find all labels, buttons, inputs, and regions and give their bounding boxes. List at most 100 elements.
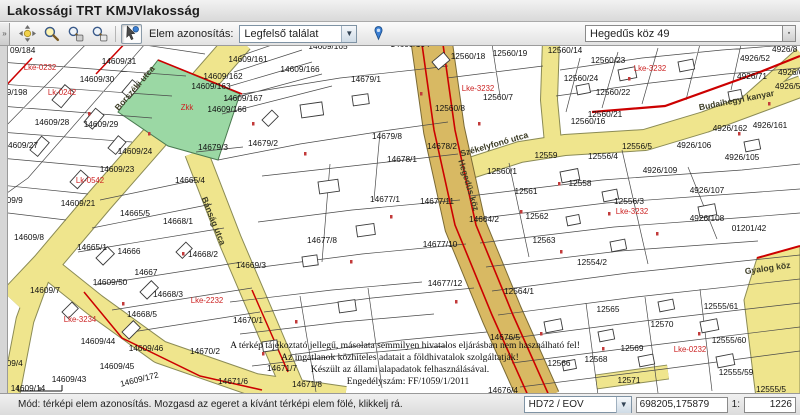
parcel-label: 12554/2 [577,257,607,267]
parcel-label: 12560/1 [487,166,517,176]
parcel-label: 14677/1 [370,194,400,204]
parcel-label: 14609/29 [84,119,119,129]
zoom-tool-button[interactable] [41,24,62,44]
disclaimer-line: A térkép tájékoztató jellegű, másolata s… [230,340,580,351]
parcel-label: 09/198 [8,87,28,97]
parcel-label: 4926/61 [778,67,800,77]
magnifier-lock-icon [67,25,84,42]
parcel-label: 12555/61 [704,301,739,311]
coordinates-input[interactable] [636,397,728,413]
parcel-label: 14679/1 [351,74,381,84]
parcel-label: 14668/1 [163,216,193,226]
parcel-label: 4609/27 [8,140,38,150]
parcel-label: 12562 [525,211,548,221]
parcel-label: 14609/165 [308,46,348,51]
pan-arrows-icon [19,25,36,42]
parcel-label: 4926/109 [643,165,678,175]
parcel-label: 4926/105 [725,152,760,162]
parcel-label: 14670/2 [190,346,220,356]
parcel-label: 12565 [596,304,619,314]
page-title: Lakossági TRT KMJVlakosság [7,3,200,18]
parcel-label: 12571 [617,375,640,385]
projection-select[interactable]: HD72 / EOV ▼ [524,396,632,413]
parcel-label: 14665/4 [175,175,205,185]
parcel-label: 14676/4 [488,385,518,393]
search-clear-button[interactable]: ▪ [783,25,796,42]
parcel-label: 12566 [547,358,570,368]
parcel-label: 14609/163 [191,81,231,91]
status-right: HD72 / EOV ▼ 1: [524,396,800,413]
scale-prefix-label: 1: [732,399,740,410]
parcel-label: 12569 [620,343,643,353]
parcel-label: 12559 [534,150,557,160]
zoom-next-button[interactable] [89,24,110,44]
parcel-label: 14678/1 [387,154,417,164]
parcel-label: 14671/6 [218,376,248,386]
parcel-label: 12558 [568,178,591,188]
parcel-label: 09/184 [10,46,36,55]
chevron-down-icon: ▼ [616,397,631,413]
parcel-label: 4926/71 [737,71,767,81]
parcel-label: 14668/3 [153,289,183,299]
parcel-label: 609/9 [8,195,23,205]
status-text: Mód: térképi elem azonosítás. Mozgasd az… [0,399,403,410]
zone-label: Lke-3234 [64,315,97,324]
parcel-label: 14609/45 [100,361,135,371]
toolbar: » [0,22,800,46]
parcel-label: 12560/24 [564,73,599,83]
parcel-label: 12560/14 [548,46,583,55]
disclaimer-line: Engedélyszám: FF/1059/1/2011 [347,376,470,387]
search-input[interactable] [585,25,783,42]
parcel-label: 14666 [117,246,140,256]
magnifier-icon [43,25,60,42]
pan-tool-button[interactable] [17,24,38,44]
identify-mode-select[interactable]: Legfelső találat ▼ [239,25,357,43]
parcel-label: 14609/166 [207,104,247,114]
panel-expander-button[interactable]: » [0,23,10,45]
disclaimer-line: Az ingatlanok közhiteles adatait a földh… [281,352,519,363]
zoom-previous-button[interactable] [65,24,86,44]
parcel-label: 14609/43 [52,374,87,384]
parcel-label: 12555/60 [712,335,747,345]
identify-cursor-icon [123,25,140,42]
parcel-label: 12556/4 [588,151,618,161]
parcel-label: 12560/7 [483,92,513,102]
parcel-label: 14671/7 [267,363,297,373]
parcel-label: 14668/5 [127,309,157,319]
parcel-label: 4926/161 [753,120,788,130]
parcel-label: 4926/108 [690,213,725,223]
parcel-label: 12560/23 [591,55,626,65]
parcel-label: 14609/162 [203,71,243,81]
scale-input[interactable] [744,397,796,413]
app-window: Lakossági TRT KMJVlakosság » [0,0,800,415]
parcel-label: 14678/2 [427,141,457,151]
toolbar-separator [115,26,116,42]
identify-mode-value: Legfelső találat [240,28,322,40]
zone-label: Lke-3232 [616,207,649,216]
parcel-label: 12570 [650,319,673,329]
parcel-label: 14609/46 [129,343,164,353]
parcel-label: 14669/3 [236,260,266,270]
parcel-label: 4926/8 [772,46,798,54]
map-canvas[interactable]: 09/18414609/3114609/3009/19814609/284609… [8,46,800,393]
parcel-label: 14609/24 [118,146,153,156]
parcel-label: 14609/50 [93,277,128,287]
parcel-label: 12556/5 [622,141,652,151]
parcel-label: 12555/59 [719,367,754,377]
parcel-label: 14671/8 [292,379,322,389]
parcel-label: 01201/42 [732,223,767,233]
parcel-label: 14609/21 [61,198,96,208]
parcel-label: 12560/18 [451,51,486,61]
collapsed-left-panel[interactable] [0,46,8,393]
parcel-label: 12564/1 [504,286,534,296]
parcel-label: 12560/8 [435,103,465,113]
parcel-label: 4926/52 [740,53,770,63]
parcel-label: 14677/12 [428,278,463,288]
identify-tool-button[interactable] [121,24,142,44]
magnifier-lock-icon [91,25,108,42]
parcel-label: 12560/22 [596,87,631,97]
marker-button[interactable] [368,24,389,44]
chevron-down-icon: ▼ [341,26,356,42]
parcel-label: 14609/166 [280,64,320,74]
zone-label: Lke-0232 [674,345,707,354]
